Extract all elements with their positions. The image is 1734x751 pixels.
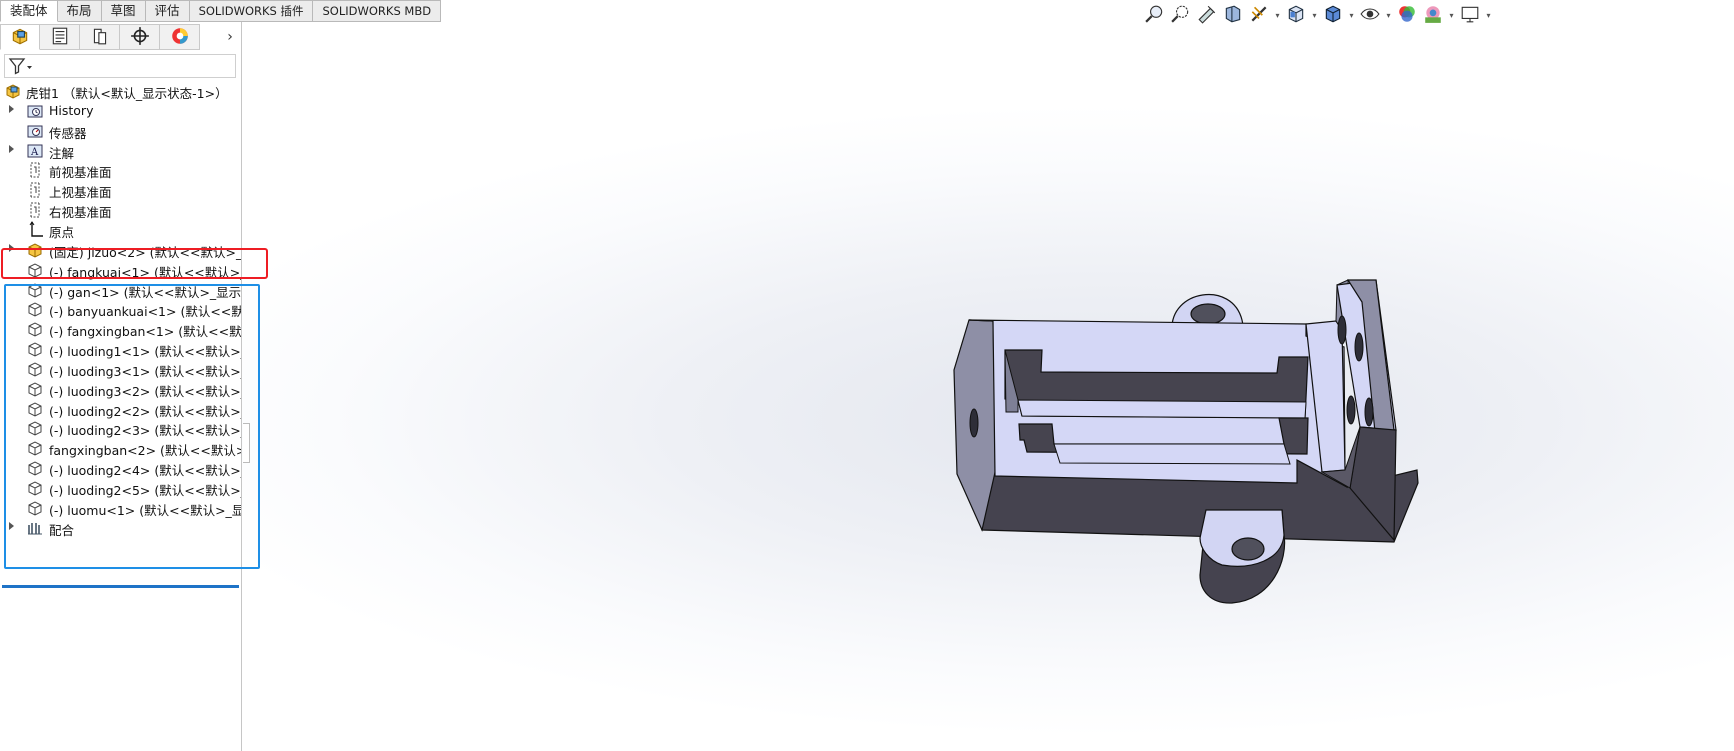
dropdown-caret-icon[interactable]: ▾ [1447, 11, 1456, 20]
manager-tab-dimxpertmanager[interactable] [120, 24, 160, 50]
command-tab-0[interactable]: 装配体 [0, 0, 58, 22]
floating-parts-highlight [4, 284, 260, 569]
dropdown-caret-icon[interactable]: ▾ [1310, 11, 1319, 20]
history-folder-icon [26, 102, 44, 120]
tree-item[interactable]: 上视基准面 [0, 179, 241, 201]
command-tab-3[interactable]: 评估 [145, 0, 190, 22]
configurationmanager-icon [90, 26, 110, 49]
svg-text:A: A [30, 147, 39, 158]
view-settings-button[interactable] [1458, 3, 1482, 27]
dropdown-caret-icon[interactable]: ▾ [1384, 11, 1393, 20]
vise-base-model[interactable] [242, 0, 1734, 751]
displaymanager-icon [170, 26, 190, 49]
section-view-icon [1223, 4, 1243, 27]
tree-item[interactable]: History [0, 100, 241, 122]
graphics-area[interactable]: ▾ ▾ ▾ ▾ ▾ ▾ [242, 0, 1734, 751]
origin-icon [26, 221, 44, 239]
assembly-icon [4, 82, 22, 100]
plane-icon [26, 161, 44, 179]
tree-item[interactable]: 原点 [0, 219, 241, 241]
propertymanager-icon [50, 26, 70, 49]
dropdown-caret-icon[interactable]: ▾ [1484, 11, 1493, 20]
manager-tab-propertymanager[interactable] [40, 24, 80, 50]
annotation-icon: A [26, 142, 44, 160]
hide-show-items-button[interactable] [1358, 3, 1382, 27]
featuremanager-icon [10, 26, 30, 49]
zoom-to-fit-button[interactable] [1143, 3, 1167, 27]
tree-item[interactable]: 前视基准面 [0, 159, 241, 181]
command-tab-4[interactable]: SOLIDWORKS 插件 [189, 0, 314, 22]
plane-icon [26, 201, 44, 219]
view-settings-icon [1460, 4, 1480, 27]
previous-view-icon [1197, 4, 1217, 27]
command-manager-tabs: 装配体 布局 草图 评估 SOLIDWORKS 插件 SOLIDWORKS MBD [0, 0, 442, 22]
dropdown-caret-icon[interactable]: ▾ [1347, 11, 1356, 20]
edit-appearance-button[interactable] [1395, 3, 1419, 27]
display-style-button[interactable] [1321, 3, 1345, 27]
command-tab-2[interactable]: 草图 [101, 0, 146, 22]
panel-expand-icon[interactable]: › [222, 29, 238, 45]
fixed-part-highlight [1, 248, 268, 279]
display-style-icon [1323, 4, 1343, 27]
dynamic-annotation-button[interactable] [1247, 3, 1271, 27]
dimxpertmanager-icon [130, 26, 150, 49]
tree-item[interactable]: 传感器 [0, 120, 241, 142]
tree-item[interactable]: 右视基准面 [0, 199, 241, 221]
zoom-to-area-icon [1171, 4, 1191, 27]
dropdown-caret-icon[interactable]: ▾ [1273, 11, 1282, 20]
zoom-to-fit-icon [1145, 4, 1165, 27]
heads-up-view-toolbar: ▾ ▾ ▾ ▾ ▾ ▾ [1143, 3, 1493, 27]
tree-rollback-bar[interactable] [2, 585, 239, 588]
dynamic-annotation-icon [1249, 4, 1269, 27]
tree-item[interactable]: A 注解 [0, 140, 241, 162]
manager-tab-configurationmanager[interactable] [80, 24, 120, 50]
front-mounting-ear [1199, 509, 1286, 604]
previous-view-button[interactable] [1195, 3, 1219, 27]
expand-arrow-icon[interactable] [9, 104, 14, 113]
expand-arrow-icon[interactable] [9, 144, 14, 153]
manager-tabs [0, 24, 200, 50]
command-tab-5[interactable]: SOLIDWORKS MBD [313, 0, 442, 22]
command-tab-1[interactable]: 布局 [57, 0, 102, 22]
apply-scene-button[interactable] [1421, 3, 1445, 27]
sensor-icon [26, 122, 44, 140]
manager-tab-displaymanager[interactable] [160, 24, 200, 50]
section-view-button[interactable] [1221, 3, 1245, 27]
filter-icon [8, 58, 32, 75]
tree-root-assembly[interactable]: 虎钳1 （默认<默认_显示状态-1>） [0, 80, 241, 102]
view-orientation-button[interactable] [1284, 3, 1308, 27]
tree-filter[interactable] [4, 54, 236, 78]
zoom-to-area-button[interactable] [1169, 3, 1193, 27]
hide-show-items-icon [1360, 4, 1380, 27]
apply-scene-icon [1423, 4, 1443, 27]
edit-appearance-icon [1397, 4, 1417, 27]
plane-icon [26, 181, 44, 199]
tree-item-label: History [49, 102, 94, 118]
manager-tab-featuremanager[interactable] [0, 24, 40, 50]
view-orientation-icon [1286, 4, 1306, 27]
